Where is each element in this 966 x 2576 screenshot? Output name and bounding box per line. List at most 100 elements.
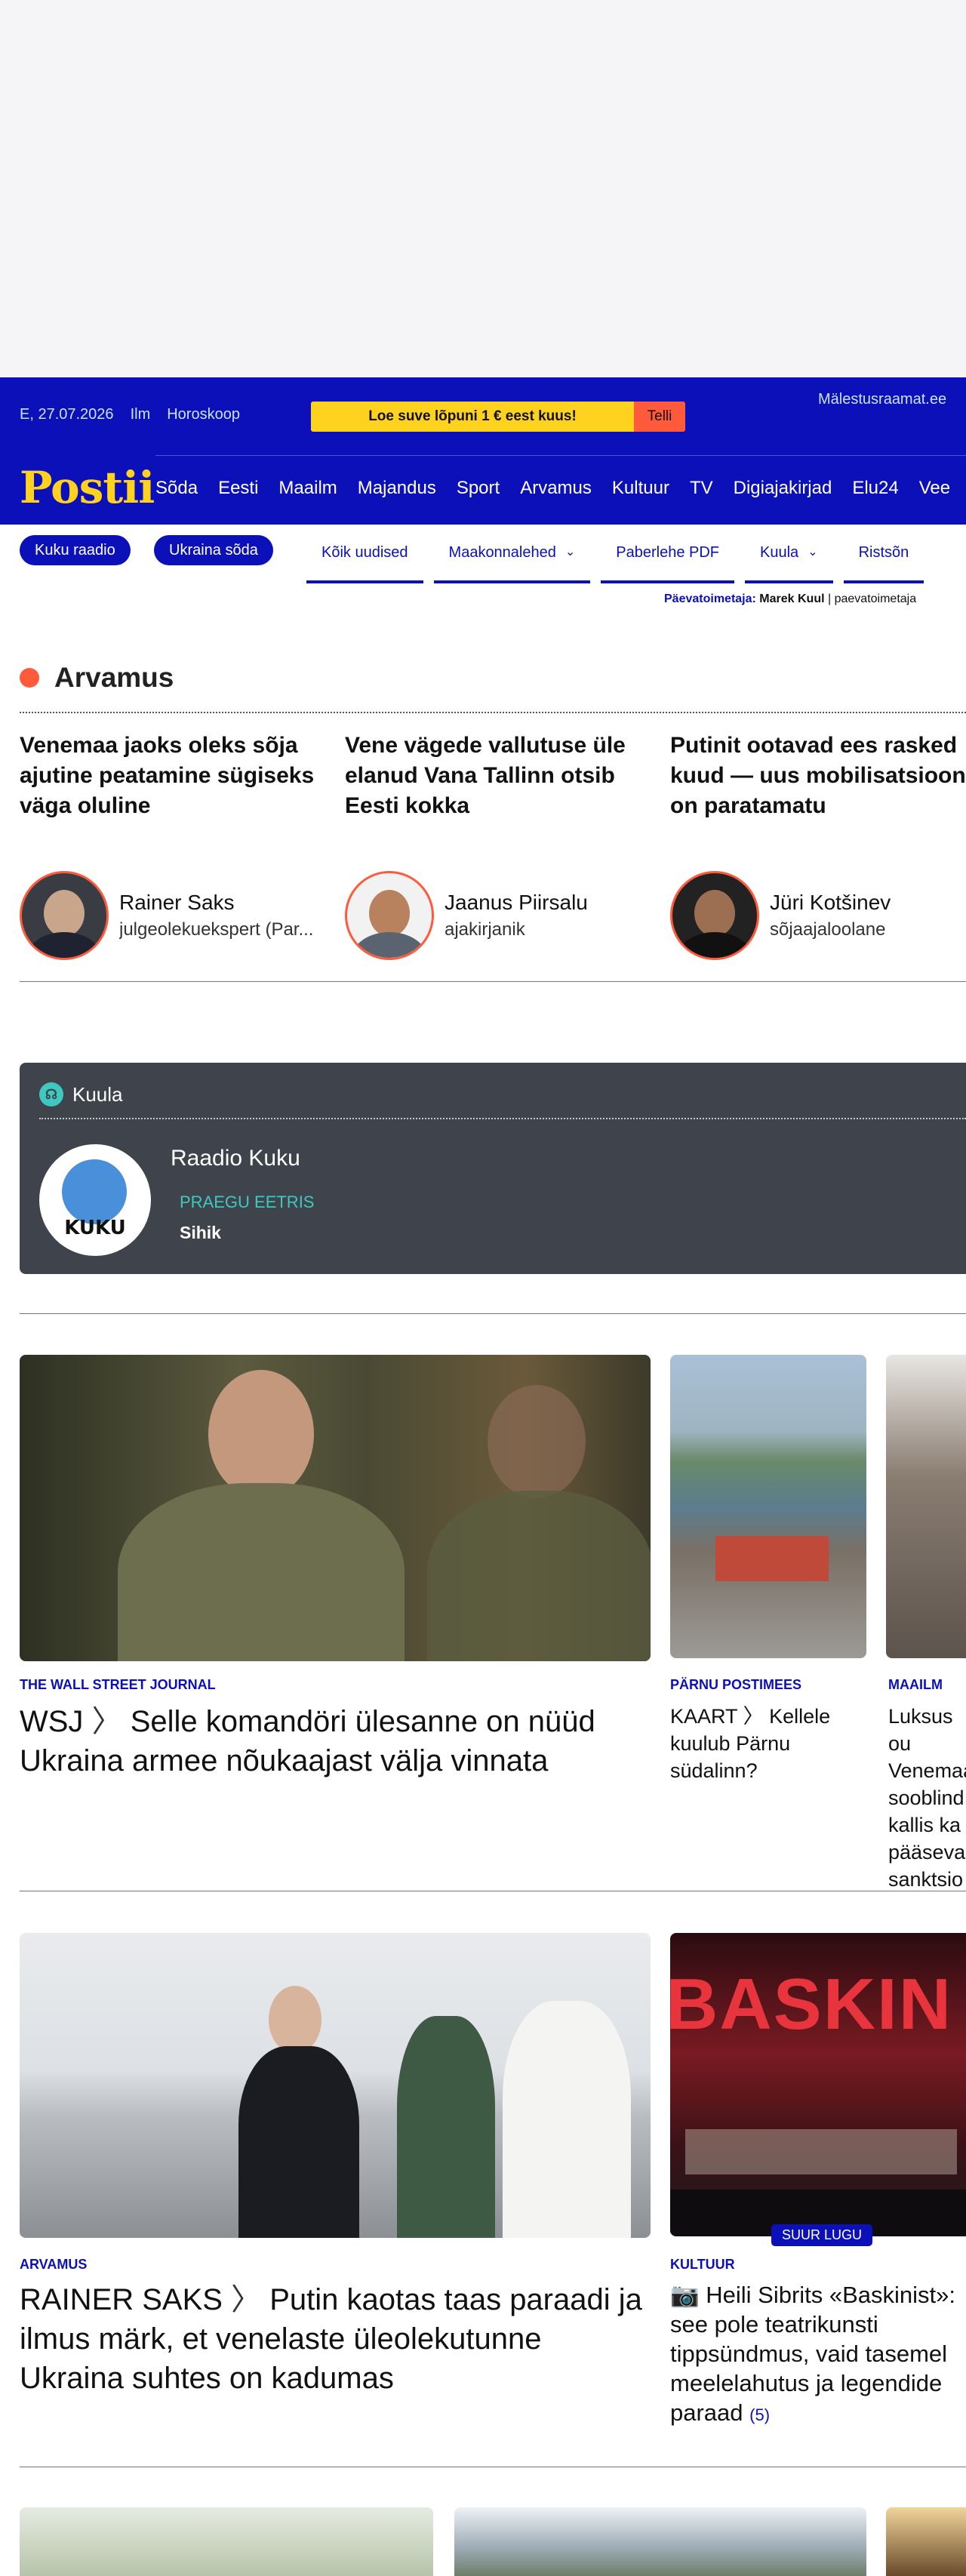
article-kicker[interactable]: Arvamus [20, 2257, 87, 2273]
article-kicker[interactable]: Pärnu Postimees [670, 1677, 801, 1693]
section-divider [20, 712, 966, 713]
opinion-card[interactable]: Vene vägede vallutuse üle elanud Vana Ta… [345, 731, 647, 821]
kuula-divider [39, 1118, 966, 1119]
article-kicker[interactable]: Maailm [888, 1677, 943, 1693]
main-nav: Sõda Eesti Maailm Majandus Sport Arvamus… [155, 478, 950, 499]
nav-item-tv[interactable]: TV [690, 478, 713, 499]
main-content: Arvamus Venemaa jaoks oleks sõja ajutine… [0, 614, 966, 2576]
article-image-wsj[interactable] [20, 1355, 651, 1661]
article-headline[interactable]: KAART 〉 Kellele kuulub Pärnu südalinn? [670, 1703, 859, 1784]
kuku-raadio-pill[interactable]: Kuku raadio [20, 535, 131, 565]
opinion-card[interactable]: Venemaa jaoks oleks sõja ajutine peatami… [20, 731, 321, 821]
author-name: Jaanus Piirsalu [445, 891, 588, 914]
author-role: ajakirjanik [445, 919, 525, 940]
opinion-author[interactable]: Rainer Saks julgeolekuekspert (Par... [20, 871, 313, 960]
article-headline[interactable]: Luksus ou Venemaa sooblind kallis ka pää… [888, 1703, 966, 1893]
tab-paberlehe-pdf[interactable]: Paberlehe PDF [601, 537, 735, 583]
opinion-heading[interactable]: Arvamus [20, 662, 174, 694]
nav-item-maailm[interactable]: Maailm [278, 478, 337, 499]
camera-icon: 📷 [670, 2282, 700, 2308]
section-divider [20, 1313, 966, 1314]
header-meta: E, 27.07.2026 Ilm Horoskoop [20, 406, 240, 423]
nav-item-soda[interactable]: Sõda [155, 478, 198, 499]
headphones-icon: ☊ [39, 1082, 63, 1106]
nav-item-sport[interactable]: Sport [457, 478, 500, 499]
ukraina-soda-pill[interactable]: Ukraina sõda [154, 535, 273, 565]
nav-item-digiajakirjad[interactable]: Digiajakirjad [734, 478, 832, 499]
author-name: Rainer Saks [119, 891, 235, 914]
nav-item-elu24[interactable]: Elu24 [852, 478, 898, 499]
avatar [20, 871, 109, 960]
nav-item-eesti[interactable]: Eesti [218, 478, 258, 499]
weather-link[interactable]: Ilm [131, 406, 151, 423]
article-image-baskin[interactable]: BASKIN [670, 1933, 966, 2236]
promo-text[interactable]: Loe suve lõpuni 1 € eest kuus! [311, 402, 634, 432]
editor-email[interactable]: paevatoimetaja [835, 592, 917, 605]
image-text: BASKIN [670, 1964, 953, 2045]
tab-kuula[interactable]: Kuula ⌄ [745, 537, 833, 583]
article-image-maailm[interactable] [886, 1355, 966, 1658]
horoscope-link[interactable]: Horoskoop [167, 406, 240, 423]
article-headline[interactable]: WSJ 〉 Selle komandöri ülesanne on nüüd U… [20, 1702, 651, 1780]
chevron-right-icon: 〉 [91, 1705, 122, 1738]
kuula-title: Kuula [72, 1082, 123, 1106]
section-title: Arvamus [54, 662, 174, 693]
avatar [670, 871, 759, 960]
header-divider [155, 455, 966, 456]
nav-item-kultuur[interactable]: Kultuur [612, 478, 669, 499]
subscribe-button[interactable]: Telli [634, 402, 685, 432]
editor-name: Marek Kuul [759, 592, 825, 605]
article-headline[interactable]: RAINER SAKS 〉 Putin kaotas taas paraadi … [20, 2280, 651, 2398]
nav-item-majandus[interactable]: Majandus [358, 478, 436, 499]
section-dot-icon [20, 668, 39, 688]
comment-count[interactable]: (5) [749, 2405, 770, 2424]
site-header: E, 27.07.2026 Ilm Horoskoop Loe suve lõp… [0, 377, 966, 525]
malestusraamat-link[interactable]: Mälestusraamat.ee [818, 391, 966, 408]
tab-maakonnalehed[interactable]: Maakonnalehed ⌄ [433, 537, 591, 583]
article-image-putin[interactable] [20, 1933, 651, 2238]
sub-navigation: Kuku raadio Ukraina sõda Kõik uudised Ma… [0, 525, 966, 583]
article-image[interactable] [454, 2507, 866, 2576]
opinion-title[interactable]: Vene vägede vallutuse üle elanud Vana Ta… [345, 731, 647, 821]
article-image[interactable] [886, 2507, 966, 2576]
author-name: Jüri Kotšinev [770, 891, 891, 914]
kuku-logo-disc [62, 1159, 127, 1224]
article-kicker[interactable]: The Wall Street Journal [20, 1677, 216, 1693]
opinion-author[interactable]: Jaanus Piirsalu ajakirjanik [345, 871, 588, 960]
article-image[interactable] [20, 2507, 433, 2576]
nav-item-vee[interactable]: Vee [919, 478, 950, 499]
headline-prefix: WSJ [20, 1705, 84, 1738]
chevron-down-icon: ⌄ [565, 546, 576, 559]
tab-ristsona[interactable]: Ristsõn [843, 537, 924, 583]
opinion-title[interactable]: Venemaa jaoks oleks sõja ajutine peatami… [20, 731, 321, 821]
article-kicker[interactable]: Kultuur [670, 2257, 735, 2273]
site-logo[interactable]: Postii [20, 462, 155, 513]
radio-station-name[interactable]: Raadio Kuku [171, 1146, 300, 1171]
headline-prefix: RAINER SAKS [20, 2283, 223, 2316]
tab-label: Maakonnalehed [448, 544, 556, 561]
nav-item-arvamus[interactable]: Arvamus [520, 478, 592, 499]
article-image-parnu[interactable] [670, 1355, 866, 1658]
chevron-right-icon: 〉 [231, 2283, 262, 2316]
opinion-author[interactable]: Jüri Kotšinev sõjaajaloolane [670, 871, 891, 960]
section-divider [20, 981, 966, 982]
quick-tabs: Kõik uudised Maakonnalehed ⌄ Paberlehe PD… [306, 537, 924, 583]
current-show[interactable]: Sihik [180, 1223, 221, 1243]
kuula-heading: ☊ Kuula [39, 1082, 123, 1106]
opinion-card[interactable]: Putinit ootavad ees rasked kuud — uus mo… [670, 731, 966, 821]
tab-label: Paberlehe PDF [616, 544, 720, 561]
live-label: PRAEGU EETRIS [180, 1193, 315, 1211]
author-role: julgeolekuekspert (Par... [119, 919, 314, 940]
kuku-logo[interactable]: KUKU [39, 1144, 151, 1256]
tab-label: Kuula [760, 544, 799, 561]
ad-space [0, 0, 966, 377]
chevron-down-icon: ⌄ [808, 546, 818, 559]
kuku-logo-word: KUKU [64, 1217, 126, 1239]
opinion-title[interactable]: Putinit ootavad ees rasked kuud — uus mo… [670, 731, 966, 821]
tab-koik-uudised[interactable]: Kõik uudised [306, 537, 423, 583]
editor-bar: Päevatoimetaja: Marek Kuul | paevatoimet… [664, 592, 917, 605]
subscription-promo[interactable]: Loe suve lõpuni 1 € eest kuus! Telli [311, 402, 685, 432]
kuula-radio-block[interactable]: ☊ Kuula KUKU Raadio Kuku PRAEGU EETRIS S… [20, 1063, 966, 1274]
date-label: E, 27.07.2026 [20, 406, 114, 423]
article-headline[interactable]: 📷 Heili Sibrits «Baskinist»: see pole te… [670, 2280, 966, 2430]
